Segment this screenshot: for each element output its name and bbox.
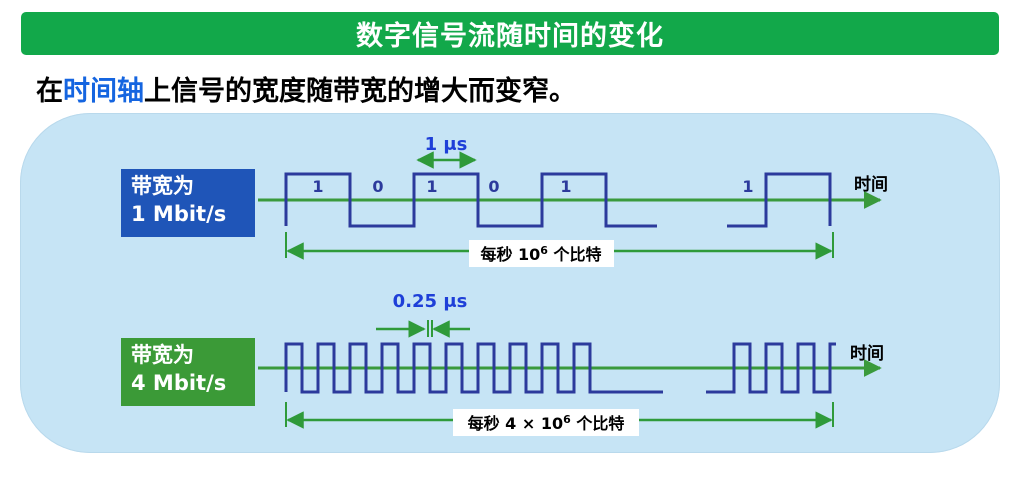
signal-diagram: 1 0 1 0 1 1 1 μs 时间 每秒 106 个比特 0.25 μs 时… <box>258 134 888 436</box>
bit-label: 1 <box>742 177 753 196</box>
span-label-1-text: 每秒 10 <box>480 245 540 264</box>
bit-label: 1 <box>560 177 571 196</box>
bit-label: 0 <box>488 177 499 196</box>
time-axis-label-1: 时间 <box>854 174 888 195</box>
time-axis-label-2: 时间 <box>850 343 884 364</box>
bit-label: 1 <box>426 177 437 196</box>
duration-label-1: 1 μs <box>425 134 468 155</box>
span-label-2: 每秒 4 × 106 个比特 <box>468 413 625 433</box>
duration-label-2: 0.25 μs <box>393 291 468 312</box>
bit-label: 1 <box>312 177 323 196</box>
span-label-2-tail: 个比特 <box>571 414 625 433</box>
span-label-2-text: 每秒 4 × 10 <box>468 414 564 433</box>
span-label-1-tail: 个比特 <box>548 245 602 264</box>
bit-label: 0 <box>372 177 383 196</box>
